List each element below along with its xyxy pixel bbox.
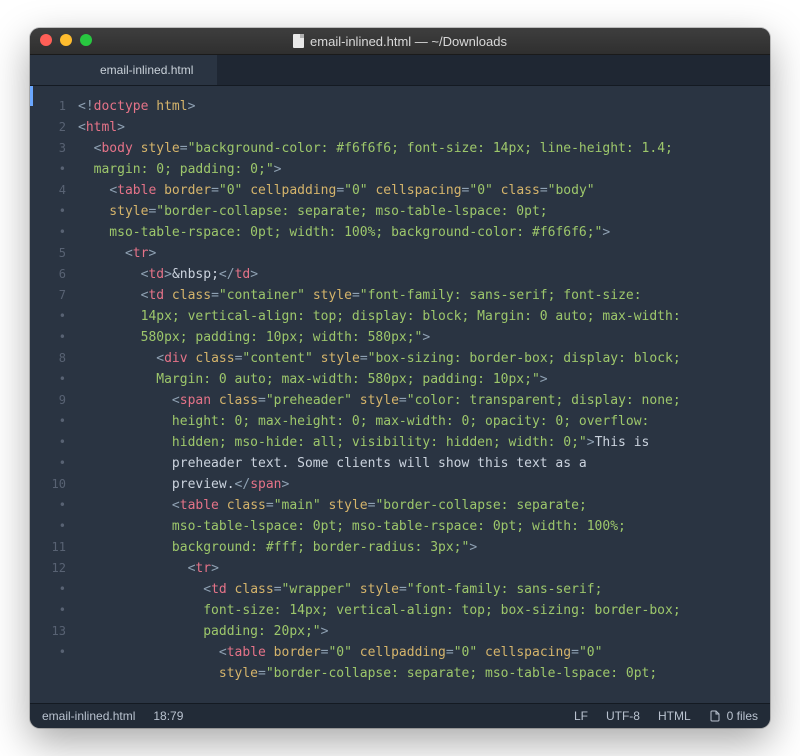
tab-bar: email-inlined.html <box>30 55 770 86</box>
line-number: • <box>30 159 66 180</box>
code-line[interactable]: padding: 20px;"> <box>74 621 770 642</box>
status-filename[interactable]: email-inlined.html <box>42 709 135 723</box>
tab-file[interactable]: email-inlined.html <box>76 55 217 85</box>
code-line[interactable]: mso-table-lspace: 0pt; mso-table-rspace:… <box>74 516 770 537</box>
code-line[interactable]: hidden; mso-hide: all; visibility: hidde… <box>74 432 770 453</box>
editor-body: 123•4••567••8•9•••10••1112••13• <!doctyp… <box>30 86 770 703</box>
code-line[interactable]: <tr> <box>74 243 770 264</box>
gutter-marker <box>30 86 33 106</box>
status-cursor[interactable]: 18:79 <box>153 709 183 723</box>
line-number: 8 <box>30 348 66 369</box>
line-number: • <box>30 327 66 348</box>
line-number: • <box>30 579 66 600</box>
line-number: 3 <box>30 138 66 159</box>
line-number: • <box>30 642 66 663</box>
code-line[interactable]: 580px; padding: 10px; width: 580px;"> <box>74 327 770 348</box>
code-line[interactable]: <td>&nbsp;</td> <box>74 264 770 285</box>
line-number: • <box>30 201 66 222</box>
line-number-gutter: 123•4••567••8•9•••10••1112••13• <box>30 86 74 703</box>
code-line[interactable]: <!doctype html> <box>74 96 770 117</box>
code-line[interactable]: preview.</span> <box>74 474 770 495</box>
file-icon <box>293 34 304 48</box>
status-line-ending[interactable]: LF <box>574 709 588 723</box>
status-files-label: 0 files <box>727 709 758 723</box>
code-line[interactable]: font-size: 14px; vertical-align: top; bo… <box>74 600 770 621</box>
status-encoding[interactable]: UTF-8 <box>606 709 640 723</box>
code-line[interactable]: background: #fff; border-radius: 3px;"> <box>74 537 770 558</box>
window-title: email-inlined.html — ~/Downloads <box>310 34 507 49</box>
line-number: • <box>30 516 66 537</box>
line-number: • <box>30 495 66 516</box>
code-line[interactable]: Margin: 0 auto; max-width: 580px; paddin… <box>74 369 770 390</box>
line-number: • <box>30 432 66 453</box>
code-line[interactable]: mso-table-rspace: 0pt; width: 100%; back… <box>74 222 770 243</box>
code-line[interactable]: 14px; vertical-align: top; display: bloc… <box>74 306 770 327</box>
code-line[interactable]: height: 0; max-height: 0; max-width: 0; … <box>74 411 770 432</box>
code-line[interactable]: style="border-collapse: separate; mso-ta… <box>74 663 770 684</box>
line-number: 11 <box>30 537 66 558</box>
line-number: 9 <box>30 390 66 411</box>
status-files[interactable]: 0 files <box>709 709 758 723</box>
line-number: • <box>30 306 66 327</box>
code-line[interactable]: <span class="preheader" style="color: tr… <box>74 390 770 411</box>
code-line[interactable]: <div class="content" style="box-sizing: … <box>74 348 770 369</box>
code-line[interactable]: <td class="container" style="font-family… <box>74 285 770 306</box>
files-icon <box>709 709 721 723</box>
line-number: 6 <box>30 264 66 285</box>
code-line[interactable]: <tr> <box>74 558 770 579</box>
code-line[interactable]: <table border="0" cellpadding="0" cellsp… <box>74 642 770 663</box>
line-number: • <box>30 600 66 621</box>
code-line[interactable]: <table class="main" style="border-collap… <box>74 495 770 516</box>
line-number: 13 <box>30 621 66 642</box>
minimize-icon[interactable] <box>60 34 72 46</box>
code-area[interactable]: <!doctype html><html> <body style="backg… <box>74 86 770 703</box>
line-number: • <box>30 453 66 474</box>
zoom-icon[interactable] <box>80 34 92 46</box>
code-line[interactable]: <html> <box>74 117 770 138</box>
line-number: 1 <box>30 96 66 117</box>
line-number: • <box>30 222 66 243</box>
line-number: 4 <box>30 180 66 201</box>
code-line[interactable]: <body style="background-color: #f6f6f6; … <box>74 138 770 159</box>
line-number: 10 <box>30 474 66 495</box>
line-number: 2 <box>30 117 66 138</box>
window-controls <box>40 34 92 46</box>
line-number: • <box>30 369 66 390</box>
code-line[interactable]: margin: 0; padding: 0;"> <box>74 159 770 180</box>
title-bar: email-inlined.html — ~/Downloads <box>30 28 770 55</box>
editor-window: email-inlined.html — ~/Downloads email-i… <box>30 28 770 728</box>
line-number: 12 <box>30 558 66 579</box>
code-line[interactable]: style="border-collapse: separate; mso-ta… <box>74 201 770 222</box>
code-line[interactable]: preheader text. Some clients will show t… <box>74 453 770 474</box>
code-line[interactable]: <td class="wrapper" style="font-family: … <box>74 579 770 600</box>
line-number: 5 <box>30 243 66 264</box>
status-language[interactable]: HTML <box>658 709 691 723</box>
line-number: 7 <box>30 285 66 306</box>
status-bar: email-inlined.html 18:79 LF UTF-8 HTML 0… <box>30 703 770 728</box>
line-number: • <box>30 411 66 432</box>
close-icon[interactable] <box>40 34 52 46</box>
tab-label: email-inlined.html <box>100 63 193 77</box>
code-line[interactable]: <table border="0" cellpadding="0" cellsp… <box>74 180 770 201</box>
